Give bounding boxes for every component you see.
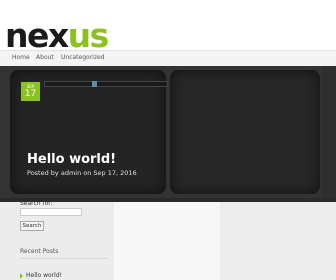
recent-posts-title: Recent Posts bbox=[20, 248, 59, 255]
post-title[interactable]: Hello world! bbox=[27, 152, 116, 167]
slider-progress-handle[interactable] bbox=[92, 81, 97, 87]
search-button[interactable]: Search bbox=[20, 221, 44, 231]
nav-item-home[interactable]: Home bbox=[12, 54, 30, 61]
search-input[interactable] bbox=[20, 208, 82, 216]
date-badge: SEP 17 bbox=[21, 82, 40, 101]
badge-day: 17 bbox=[24, 89, 37, 99]
nav-item-uncategorized[interactable]: Uncategorized bbox=[61, 54, 104, 61]
post-meta: Posted by admin on Sep 17, 2016 bbox=[27, 169, 137, 177]
recent-post-link[interactable]: Hello world! bbox=[26, 272, 62, 279]
right-column bbox=[220, 202, 336, 280]
slide-side-panel[interactable] bbox=[170, 70, 320, 194]
nav-item-about[interactable]: About bbox=[36, 54, 54, 61]
slide-right-strip bbox=[322, 66, 336, 202]
recent-post-item[interactable]: Hello world! bbox=[20, 272, 62, 279]
widget-divider bbox=[20, 258, 108, 259]
main-nav: Home About Uncategorized bbox=[0, 50, 336, 67]
content-area bbox=[114, 202, 220, 280]
slider-progress-bar[interactable] bbox=[44, 81, 168, 87]
arrow-bullet-icon bbox=[20, 272, 23, 279]
search-label: Search for: bbox=[20, 200, 53, 207]
